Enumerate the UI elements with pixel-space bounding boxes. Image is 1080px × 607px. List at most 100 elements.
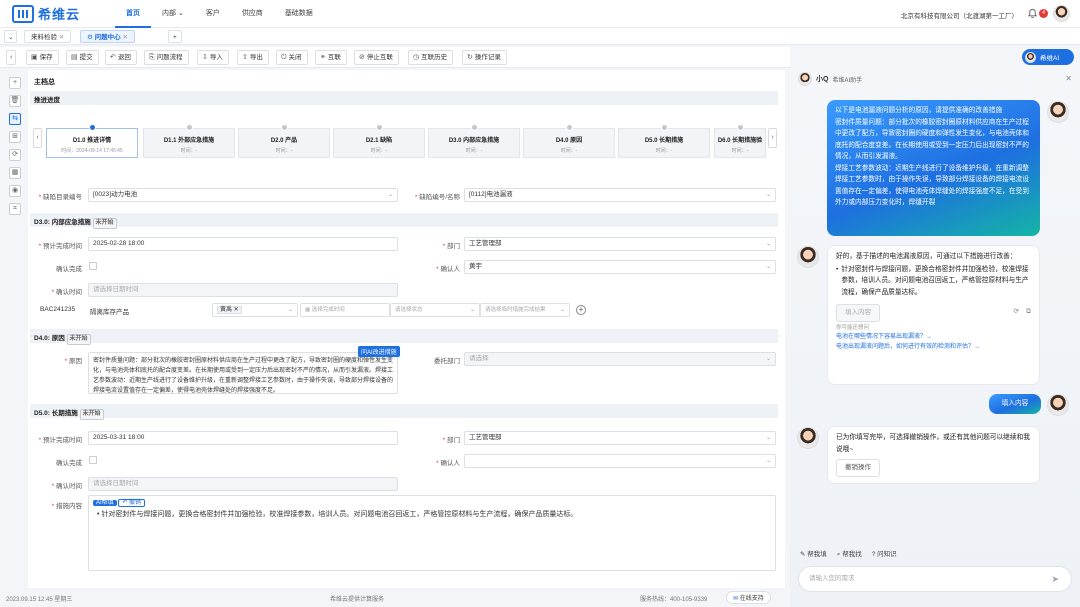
copy-icon[interactable]: ⧉ (1026, 306, 1031, 318)
d3-dept-select[interactable]: 工艺管理部 ⌄ (464, 237, 776, 251)
undo-operation-button[interactable]: 撤销操作 (836, 459, 880, 477)
d5-confirm-checkbox[interactable] (89, 456, 97, 464)
d3-confirmer-label: * 确认人 (436, 266, 460, 273)
d5-content-textarea[interactable]: AI帮填 ↶ 撤销 • 针对密封件与焊接问题，更换合格密封件并加强检验，校准焊接… (88, 495, 776, 571)
interconnect-button[interactable]: ⚭ 互联 (315, 50, 347, 65)
tab-incoming-inspection[interactable]: 来料检验 ✕ (24, 30, 72, 43)
back-button[interactable]: ‹ (6, 50, 17, 65)
xiwei-ai-button[interactable]: 希维AI (1022, 49, 1074, 65)
nav-internal[interactable]: 内部 ⌄ (151, 0, 195, 28)
d3-confirm-checkbox[interactable] (89, 262, 97, 270)
nav-customer[interactable]: 客户 (195, 0, 231, 28)
add-tab-button[interactable]: + (168, 30, 182, 43)
assistant-actions: 填入内容 ⟳ ⧉ (836, 304, 1031, 322)
d3-due-input[interactable]: 2025-02-28 18:00 (88, 237, 398, 251)
nav-home[interactable]: 首页 (115, 0, 151, 28)
delete-icon[interactable]: 🗑 (9, 95, 21, 107)
ask-ai-improve-tag[interactable]: 问AI改进措施 (358, 346, 400, 357)
close-icon[interactable]: ✕ (1065, 74, 1072, 83)
quick-knowledge-button[interactable]: ? 问知识 (872, 548, 897, 559)
quick-actions: ✎ 帮我填 ⌕ 帮我找 ? 问知识 (800, 548, 897, 559)
close-button[interactable]: ⏻ 关闭 (276, 50, 308, 65)
brand-logo[interactable]: 希维云 (12, 4, 80, 23)
grid-icon[interactable]: ⊞ (9, 131, 21, 143)
steps-next-button[interactable]: › (768, 128, 777, 148)
chevron-down-icon: ⌄ (559, 307, 565, 313)
step-4[interactable]: D2.1 缺陷 时间：- (333, 124, 425, 158)
company-name[interactable]: 北京有科技有限公司（北渡湖第一工厂） (901, 10, 1018, 20)
fill-content-button[interactable]: 填入内容 (836, 304, 880, 322)
add-icon[interactable]: + (9, 77, 21, 89)
d5-confirmer-select[interactable]: ⌄ (464, 454, 776, 468)
assistant-bullet: • 针对密封件与焊接问题，更换合格密封件并加强检验，校准焊接参数，培训人员。对问题… (836, 264, 1031, 299)
step-3[interactable]: D2.0 产品 时间：- (238, 124, 330, 158)
refresh-icon[interactable]: ⟳ (1013, 306, 1019, 318)
d5-content-text-value: 针对密封件与焊接问题，更换合格密封件并加强检验，校准焊接参数，培训人员。对问题电… (101, 511, 578, 518)
step-2[interactable]: D1.1 外部应急措施 时间：- (143, 124, 235, 158)
nav-basedata[interactable]: 基础数据 (274, 0, 324, 28)
steps-prev-button[interactable]: ‹ (33, 128, 42, 148)
online-support-button[interactable]: ✉ 在线支持 (726, 591, 771, 604)
d5-dept-select[interactable]: 工艺管理部 ⌄ (464, 431, 776, 445)
d4-dept-select[interactable]: 请选择 ⌄ (464, 352, 776, 366)
nav-supplier[interactable]: 供应商 (231, 0, 274, 28)
step-time: 时间：- (180, 148, 198, 154)
d5-confirm-time-input[interactable]: 请选择日期时间 (88, 477, 398, 491)
bell-icon[interactable] (1027, 8, 1038, 19)
undo-tag[interactable]: ↶ 撤销 (118, 499, 146, 507)
submit-button[interactable]: ▤ 提交 (66, 50, 99, 65)
chat-input[interactable]: 请输入您的需求 ➤ (798, 566, 1072, 592)
d3-result-select[interactable]: 请选择临时措施完成结果 ⌄ (480, 303, 570, 317)
operation-log-button[interactable]: ↻ 操作记录 (462, 50, 507, 65)
refresh-icon[interactable]: ⟳ (9, 149, 21, 161)
step-7[interactable]: D5.0 长期措施 时间：- (618, 124, 710, 158)
d3-confirm-time-input[interactable]: 请选择日期时间 (88, 283, 398, 297)
defect-code-select[interactable]: [0112]电池漏液 ⌄ (464, 188, 776, 202)
d3-due-label: * 预计完成时间 (38, 243, 82, 250)
d3-batch-desc: 隔离库存产品 (90, 309, 129, 316)
chevron-down-icon: ⌄ (387, 192, 393, 198)
calendar-icon[interactable]: ▦ (9, 167, 21, 179)
user-avatar[interactable] (1053, 5, 1070, 22)
d4-status-badge: 未开始 (66, 334, 91, 345)
tab-problem-center[interactable]: ⚙ 问题中心 ✕ (80, 30, 135, 43)
return-icon: ↶ (110, 54, 116, 61)
d4-title-text: D4.0: 原因 (34, 335, 65, 342)
d4-reason-textarea[interactable]: 密封件质量问题：部分批次的橡胶密封圈原材料供应商在生产过程中更改了配方，导致密封… (88, 352, 398, 394)
search-icon: ⌕ (836, 551, 841, 558)
d5-due-input[interactable]: 2025-03-31 18:00 (88, 431, 398, 445)
export-button[interactable]: ⇧ 导出 (237, 50, 269, 65)
step-8[interactable]: D6.0 长期措施验 时间：- (714, 124, 766, 158)
step-1[interactable]: D1.0 推进详情 时间：2024-09-14 17:45:45 (46, 124, 138, 158)
process-icon[interactable]: ⇆ (9, 113, 21, 125)
close-icon[interactable]: ✕ (122, 34, 127, 41)
d3-confirmer-select[interactable]: 黄宇 ⌄ (464, 260, 776, 274)
send-icon[interactable]: ➤ (1051, 567, 1059, 591)
interconnect-history-button[interactable]: ◷ 互联历史 (408, 50, 454, 65)
user-message: 以下是电池漏液问题分析的原因，请提供准确的改善措施 密封件质量问题：部分批次的橡… (827, 100, 1040, 236)
stop-interconnect-button[interactable]: ⊘ 停止互联 (354, 50, 399, 65)
eye-icon[interactable]: ◉ (9, 185, 21, 197)
problem-flow-button[interactable]: ⎘ 问题流程 (144, 50, 189, 65)
step-5[interactable]: D3.0 内部应急措施 时间：- (428, 124, 520, 158)
d3-status-select[interactable]: 请选择状态 ⌄ (390, 303, 480, 317)
step-dot (471, 124, 478, 131)
quick-fill-button[interactable]: ✎ 帮我填 (800, 548, 827, 559)
close-icon[interactable]: ✕ (59, 34, 64, 41)
quick-find-button[interactable]: ⌕ 帮我找 (837, 548, 862, 559)
d3-time-input[interactable]: ▦ 选择完成时间 (300, 303, 390, 317)
power-icon: ⏻ (281, 54, 287, 61)
suggestion-link-2[interactable]: 电池出现漏液问题后，如何进行有效的检测和评估？→ (836, 342, 1031, 352)
step-6[interactable]: D4.0 原因 时间：- (523, 124, 615, 158)
suggestion-link-1[interactable]: 电池在哪些情况下容易出现漏液？→ (836, 332, 1031, 342)
scan-icon[interactable]: ⌗ (9, 203, 21, 215)
d3-due-label-text: 预计完成时间 (43, 243, 82, 250)
save-button[interactable]: ▣ 保存 (26, 50, 59, 65)
d3-person-select[interactable]: 黄禹 ✕ ⌄ (212, 303, 298, 317)
defect-catalog-select[interactable]: [0023]动力电池 ⌄ (88, 188, 398, 202)
import-button[interactable]: ⇩ 导入 (197, 50, 229, 65)
add-row-button[interactable]: + (576, 305, 586, 315)
d5-title-text: D5.0: 长期措施 (34, 410, 78, 417)
tab-nav-chevron[interactable]: ⌄ (4, 30, 18, 43)
return-button[interactable]: ↶ 退回 (105, 50, 137, 65)
